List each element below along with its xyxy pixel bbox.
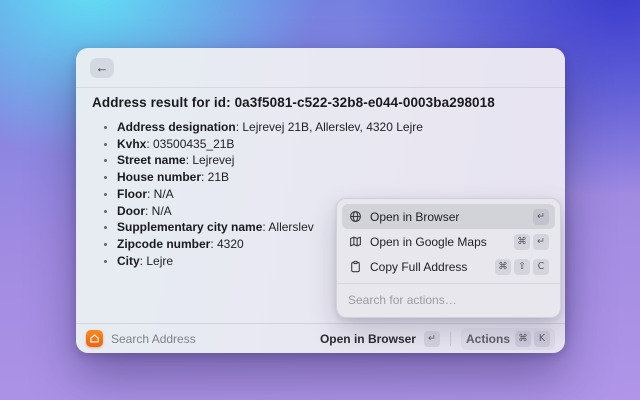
field-label: Address designation xyxy=(117,120,236,134)
status-bar: Search Address Open in Browser ↵ Actions… xyxy=(76,323,565,353)
home-icon xyxy=(86,330,103,347)
address-field-row: Street name: Lejrevej xyxy=(102,152,549,169)
launcher-window: ← Address result for id: 0a3f5081-c522-3… xyxy=(76,48,565,353)
action-item-label: Copy Full Address xyxy=(370,259,468,274)
page-title: Address result for id: 0a3f5081-c522-32b… xyxy=(92,95,495,110)
address-field-row: House number: 21B xyxy=(102,169,549,186)
field-value: : N/A xyxy=(147,186,174,201)
field-label: Floor xyxy=(117,186,147,201)
actions-popup: Open in Browser ↵ Open in Google Maps ⌘ ↵ Cop… xyxy=(336,198,561,318)
action-item[interactable]: Open in Google Maps ⌘ ↵ xyxy=(342,229,555,254)
field-label: Door xyxy=(117,203,145,218)
field-value: : 03500435_21B xyxy=(146,136,235,151)
action-item-keys: ⌘ ⇧ C xyxy=(495,258,549,275)
field-value: : N/A xyxy=(145,203,172,218)
keycap: ⌘ xyxy=(515,330,531,347)
globe-icon xyxy=(348,210,362,224)
field-label: Kvhx xyxy=(117,136,147,151)
actions-button-label: Actions xyxy=(465,331,510,346)
primary-action-label[interactable]: Open in Browser xyxy=(320,332,416,346)
actions-search-wrap xyxy=(337,283,560,317)
actions-button[interactable]: Actions ⌘ K xyxy=(460,327,555,350)
action-item-label: Open in Browser xyxy=(370,209,460,224)
address-field-row: Address designation: Lejrevej 21B, Aller… xyxy=(102,119,549,136)
back-button[interactable]: ← xyxy=(90,57,114,78)
field-label: Street name xyxy=(117,153,186,168)
keycap: ↵ xyxy=(533,208,549,225)
keycap: ⌘ xyxy=(514,233,530,250)
field-value: : 21B xyxy=(201,170,230,185)
field-value: : Lejrevej xyxy=(185,153,235,168)
action-item-keys: ⌘ ↵ xyxy=(514,233,549,250)
keycap: ⇧ xyxy=(514,258,530,275)
action-item-keys: ↵ xyxy=(533,208,549,225)
actions-popup-list: Open in Browser ↵ Open in Google Maps ⌘ ↵ Cop… xyxy=(342,204,555,279)
field-label: House number xyxy=(117,170,202,185)
keycap: ↵ xyxy=(423,330,440,347)
field-label: Zipcode number xyxy=(117,236,211,251)
statusbar-divider xyxy=(449,331,451,346)
address-field-row: Kvhx: 03500435_21B xyxy=(102,136,549,153)
keycap: ⌘ xyxy=(495,258,511,275)
window-header: ← xyxy=(76,48,565,88)
keycap: ↵ xyxy=(533,233,549,250)
keycap: K xyxy=(534,330,550,347)
actions-search-input[interactable] xyxy=(348,293,549,307)
clipboard-icon xyxy=(348,260,362,274)
map-icon xyxy=(348,235,362,249)
field-value: : Lejrevej 21B, Allerslev, 4320 Lejre xyxy=(235,120,423,134)
keycap: C xyxy=(533,258,549,275)
action-item[interactable]: Copy Full Address ⌘ ⇧ C xyxy=(342,254,555,279)
primary-action-keys: ↵ xyxy=(423,330,440,347)
action-item[interactable]: Open in Browser ↵ xyxy=(342,204,555,229)
field-label: Supplementary city name xyxy=(117,220,263,235)
action-item-label: Open in Google Maps xyxy=(370,234,487,249)
actions-button-keys: ⌘ K xyxy=(515,330,550,347)
field-value: : 4320 xyxy=(210,236,244,251)
command-name: Search Address xyxy=(111,331,196,346)
field-value: : Lejre xyxy=(139,253,174,268)
field-value: : Allerslev xyxy=(262,220,314,235)
field-label: City xyxy=(117,253,140,268)
